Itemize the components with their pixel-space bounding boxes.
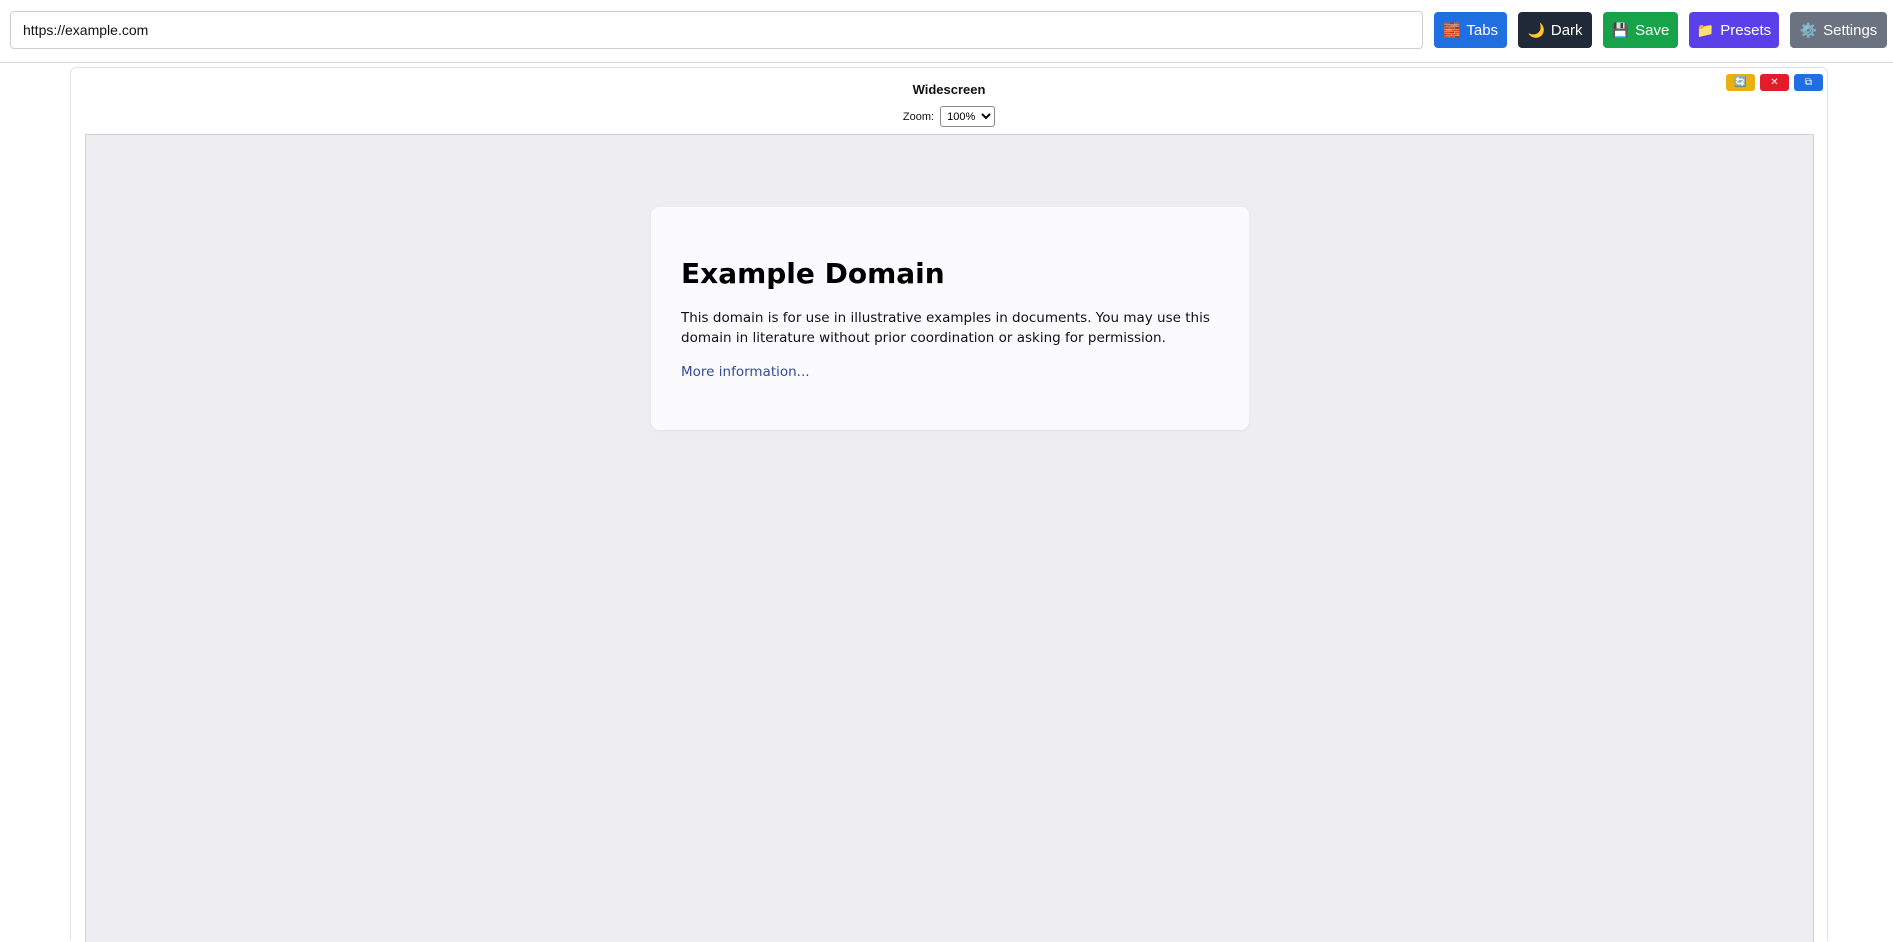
duplicate-device-button[interactable]: ⧉: [1794, 74, 1823, 91]
zoom-label: Zoom:: [902, 110, 935, 123]
zoom-select[interactable]: 100%: [940, 106, 996, 127]
save-button-label: Save: [1635, 21, 1670, 39]
device-title: Widescreen: [912, 82, 986, 97]
device-frame: Widescreen Zoom: 100% 🔄 ✕ ⧉ Example Doma…: [70, 67, 1828, 942]
rotate-icon: 🔄: [1734, 77, 1747, 88]
tabs-button-label: Tabs: [1466, 21, 1499, 39]
page-body-text: This domain is for use in illustrative e…: [681, 310, 1210, 346]
presets-button-label: Presets: [1720, 21, 1772, 39]
copy-icon: ⧉: [1804, 77, 1813, 88]
more-information-link[interactable]: More information...: [681, 364, 810, 380]
top-toolbar: 🧱 Tabs 🌙 Dark 💾 Save 📁 Presets ⚙️ Settin…: [0, 0, 1893, 63]
close-icon: ✕: [1770, 77, 1779, 88]
folder-icon: 📁: [1696, 22, 1715, 38]
device-viewport[interactable]: Example Domain This domain is for use in…: [85, 134, 1814, 942]
floppy-disk-icon: 💾: [1611, 22, 1630, 38]
save-button[interactable]: 💾 Save: [1603, 12, 1678, 48]
page-heading: Example Domain: [681, 257, 945, 290]
dark-button-label: Dark: [1550, 21, 1583, 39]
content-card: Example Domain This domain is for use in…: [651, 207, 1249, 430]
rotate-button[interactable]: 🔄: [1726, 74, 1755, 91]
zoom-control: Zoom: 100%: [71, 106, 1827, 127]
settings-button-label: Settings: [1823, 21, 1878, 39]
bricks-icon: 🧱: [1442, 22, 1461, 38]
dark-mode-button[interactable]: 🌙 Dark: [1518, 12, 1592, 48]
presets-button[interactable]: 📁 Presets: [1689, 12, 1779, 48]
moon-icon: 🌙: [1527, 22, 1545, 38]
tabs-button[interactable]: 🧱 Tabs: [1434, 12, 1507, 48]
url-input[interactable]: [10, 11, 1423, 49]
close-device-button[interactable]: ✕: [1760, 74, 1789, 91]
gear-icon: ⚙️: [1799, 22, 1818, 38]
settings-button[interactable]: ⚙️ Settings: [1790, 12, 1887, 48]
